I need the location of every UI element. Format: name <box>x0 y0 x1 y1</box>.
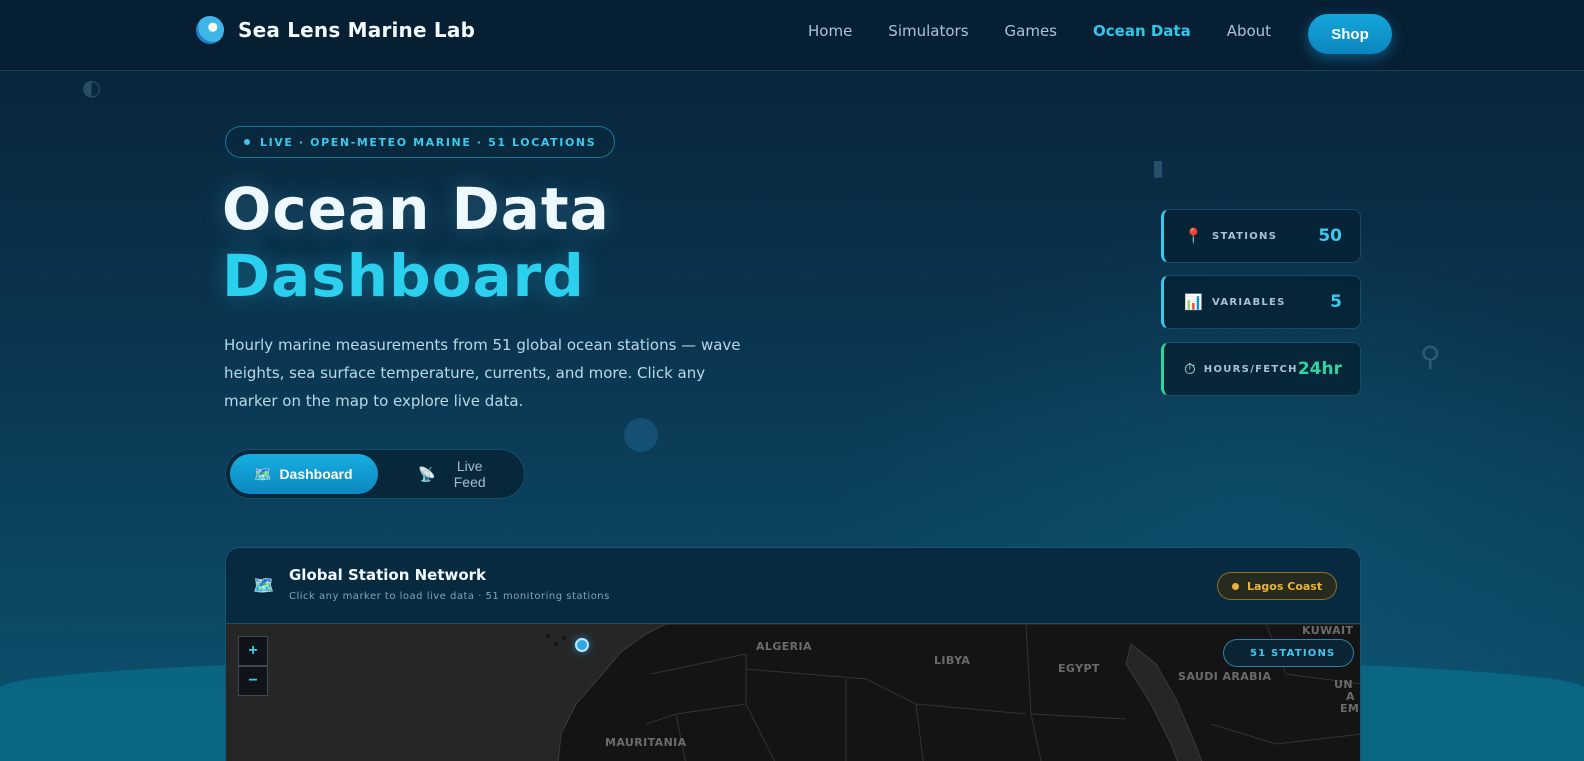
country-label: MAURITANIA <box>605 736 687 749</box>
tab-live-feed[interactable]: 📡 Live Feed <box>394 454 520 494</box>
stat-label: HOURS/FETCH <box>1203 363 1298 375</box>
stat-card-variables: 📊 VARIABLES 5 <box>1161 275 1361 329</box>
station-map-panel: 🗺️ Global Station Network Click any mark… <box>225 547 1361 761</box>
selected-location-badge[interactable]: Lagos Coast <box>1217 572 1338 600</box>
station-marker[interactable] <box>575 638 589 652</box>
map-title: Global Station Network <box>289 566 487 584</box>
country-label: EMI <box>1340 702 1360 715</box>
nav-link-ocean-data[interactable]: Ocean Data <box>1093 22 1191 40</box>
page-title-line1: Ocean Data <box>222 175 610 243</box>
stat-value: 5 <box>1330 292 1342 312</box>
nav-link-simulators[interactable]: Simulators <box>888 22 968 40</box>
wave-decor-icon: ◐ <box>82 76 102 101</box>
zoom-in-button[interactable]: + <box>238 636 268 666</box>
bubble-decor <box>624 418 658 452</box>
nav-link-games[interactable]: Games <box>1005 22 1057 40</box>
page-title-line2: Dashboard <box>222 242 585 310</box>
country-label: KUWAIT <box>1302 624 1354 637</box>
country-label: EGYPT <box>1058 662 1100 675</box>
thermometer-decor-icon: ⚲ <box>1420 340 1441 373</box>
wave-logo-icon <box>196 16 224 44</box>
island <box>562 636 566 640</box>
nav-link-about[interactable]: About <box>1227 22 1271 40</box>
live-dot-icon <box>244 139 250 145</box>
nav-link-home[interactable]: Home <box>808 22 852 40</box>
live-status-label: LIVE · OPEN-METEO MARINE · 51 LOCATIONS <box>260 135 597 149</box>
selected-location-label: Lagos Coast <box>1247 579 1323 593</box>
country-label: SAUDI ARABIA <box>1178 670 1272 683</box>
chart-icon: 📊 <box>1184 293 1203 311</box>
map-icon: 🗺️ <box>254 465 272 482</box>
island <box>554 642 558 646</box>
satellite-icon: 📡 <box>418 465 436 482</box>
brand-name: Sea Lens Marine Lab <box>238 18 476 42</box>
tab-live-feed-label: Live Feed <box>453 458 486 490</box>
shop-button[interactable]: Shop <box>1308 14 1392 54</box>
live-status-pill: LIVE · OPEN-METEO MARINE · 51 LOCATIONS <box>225 126 616 158</box>
stations-count-pill: 51 STATIONS <box>1223 639 1355 667</box>
bottle-decor-icon: ▮ <box>1152 156 1165 181</box>
stat-card-stations: 📍 STATIONS 50 <box>1161 209 1361 263</box>
stopwatch-icon: ⏱ <box>1184 360 1196 378</box>
stat-label: VARIABLES <box>1212 296 1286 308</box>
stat-card-hours: ⏱ HOURS/FETCH 24hr <box>1161 342 1361 396</box>
tab-dashboard[interactable]: 🗺️ Dashboard <box>230 454 378 494</box>
country-label: ALGERIA <box>756 640 812 653</box>
map-icon: 🗺️ <box>253 576 275 596</box>
stat-value: 50 <box>1318 226 1342 246</box>
pin-icon: 📍 <box>1184 227 1203 245</box>
map-panel-header: 🗺️ Global Station Network Click any mark… <box>226 548 1360 624</box>
hero-description: Hourly marine measurements from 51 globa… <box>224 336 741 410</box>
zoom-out-button[interactable]: − <box>238 666 268 696</box>
map-canvas[interactable]: ALGERIA LIBYA EGYPT SAUDI ARABIA KUWAIT … <box>226 624 1360 761</box>
country-label: LIBYA <box>934 654 971 667</box>
tab-dashboard-label: Dashboard <box>279 466 353 482</box>
location-dot-icon <box>1232 582 1239 590</box>
stat-value: 24hr <box>1297 359 1342 379</box>
nav-links: Home Simulators Games Ocean Data About <box>808 22 1271 40</box>
island <box>546 634 550 638</box>
view-toggle: 🗺️ Dashboard 📡 Live Feed <box>225 449 525 499</box>
top-navigation: Sea Lens Marine Lab Home Simulators Game… <box>0 0 1584 71</box>
brand-logo[interactable]: Sea Lens Marine Lab <box>196 16 475 44</box>
map-subtitle: Click any marker to load live data · 51 … <box>289 591 610 602</box>
stat-label: STATIONS <box>1212 230 1278 242</box>
